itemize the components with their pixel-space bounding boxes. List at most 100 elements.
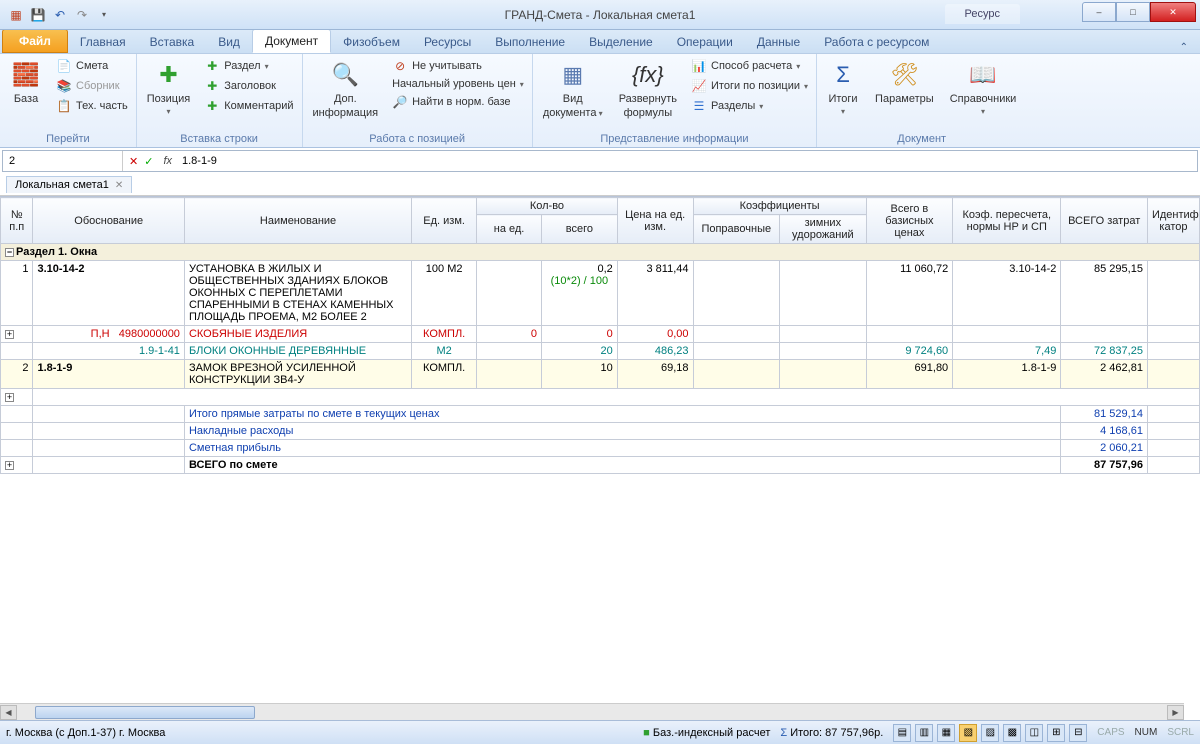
undo-icon[interactable]: ↶: [52, 7, 68, 23]
startlevel-button[interactable]: Начальный уровень цен: [390, 77, 526, 91]
status-total: Σ Итого: 87 757,96р.: [780, 727, 883, 739]
status-icon-9[interactable]: ⊟: [1069, 724, 1087, 742]
estimate-grid[interactable]: № п.п Обоснование Наименование Ед. изм. …: [0, 196, 1200, 686]
name-box[interactable]: 2: [3, 151, 123, 171]
status-icon-2[interactable]: ▥: [915, 724, 933, 742]
col-price[interactable]: Цена на ед. изм.: [617, 198, 693, 244]
file-tab[interactable]: Файл: [2, 29, 68, 53]
collapse-icon[interactable]: −: [5, 248, 14, 257]
tab-document[interactable]: Документ: [252, 29, 331, 53]
redo-icon[interactable]: ↷: [74, 7, 90, 23]
tab-data[interactable]: Данные: [745, 31, 812, 53]
smeta-button[interactable]: 📄Смета: [54, 57, 130, 75]
col-qty[interactable]: Кол-во: [477, 198, 618, 215]
expand-icon[interactable]: +: [5, 393, 14, 402]
tab-resource-work[interactable]: Работа с ресурсом: [812, 31, 941, 53]
status-icon-3[interactable]: ▦: [937, 724, 955, 742]
tab-resources[interactable]: Ресурсы: [412, 31, 483, 53]
subtotal-row[interactable]: Итого прямые затраты по смете в текущих …: [1, 406, 1200, 423]
tab-selection[interactable]: Выделение: [577, 31, 665, 53]
tab-execution[interactable]: Выполнение: [483, 31, 577, 53]
total-row[interactable]: + ВСЕГО по смете 87 757,96: [1, 457, 1200, 474]
maximize-button[interactable]: □: [1116, 2, 1150, 22]
document-tab[interactable]: Локальная смета1 ✕: [6, 176, 132, 193]
expand-icon[interactable]: +: [5, 461, 14, 470]
collapse-ribbon-icon[interactable]: ⌃: [1180, 42, 1188, 53]
table-row[interactable]: 1.9-1-41 БЛОКИ ОКОННЫЕ ДЕРЕВЯННЫЕ М2 20 …: [1, 343, 1200, 360]
base-button[interactable]: 🧱 База: [6, 57, 46, 107]
status-icon-7[interactable]: ◫: [1025, 724, 1043, 742]
col-koef[interactable]: Коэффициенты: [693, 198, 866, 215]
close-button[interactable]: ✕: [1150, 2, 1196, 22]
sbornik-button[interactable]: 📚Сборник: [54, 77, 130, 95]
dopinfo-button[interactable]: 🔍 Доп. информация: [309, 57, 383, 121]
status-icon-6[interactable]: ▩: [1003, 724, 1021, 742]
col-name[interactable]: Наименование: [184, 198, 411, 244]
col-unit[interactable]: Ед. изм.: [412, 198, 477, 244]
status-icon-1[interactable]: ▤: [893, 724, 911, 742]
status-bar: г. Москва (с Доп.1-37) г. Москва ■ Баз.-…: [0, 720, 1200, 744]
col-npp[interactable]: № п.п: [1, 198, 33, 244]
col-ident[interactable]: Идентифи катор: [1147, 198, 1199, 244]
sections-button[interactable]: ☰Разделы: [689, 97, 810, 115]
comment-button[interactable]: ✚Комментарий: [202, 97, 295, 115]
group-label-goto: Перейти: [6, 131, 130, 147]
num-indicator: NUM: [1135, 727, 1158, 738]
section-button[interactable]: ✚Раздел: [202, 57, 295, 75]
col-koef-pop[interactable]: Поправочные: [693, 215, 780, 244]
contextual-tab-resource[interactable]: Ресурс: [945, 4, 1020, 24]
calcmethod-button[interactable]: 📊Способ расчета: [689, 57, 810, 75]
title-bar: ▦ 💾 ↶ ↷ ▾ ГРАНД-Смета - Локальная смета1…: [0, 0, 1200, 30]
status-icon-8[interactable]: ⊞: [1047, 724, 1065, 742]
fx-label[interactable]: fx: [159, 155, 176, 167]
col-total[interactable]: ВСЕГО затрат: [1061, 198, 1148, 244]
subtotal-row[interactable]: Накладные расходы 4 168,61: [1, 423, 1200, 440]
base-icon: 🧱: [10, 59, 42, 91]
status-icon-4[interactable]: ▧: [959, 724, 977, 742]
grid-icon: ▦: [557, 59, 589, 91]
position-button[interactable]: ✚ Позиция ▾: [143, 57, 195, 118]
caps-indicator: CAPS: [1097, 727, 1124, 738]
header-button[interactable]: ✚Заголовок: [202, 77, 295, 95]
expand-icon[interactable]: +: [5, 330, 14, 339]
tab-view[interactable]: Вид: [206, 31, 252, 53]
table-row-selected[interactable]: 2 1.8-1-9 ЗАМОК ВРЕЗНОЙ УСИЛЕННОЙ КОНСТР…: [1, 360, 1200, 389]
section-row[interactable]: −Раздел 1. Окна: [1, 244, 1200, 261]
postotals-button[interactable]: 📈Итоги по позиции: [689, 77, 810, 95]
viewdoc-button[interactable]: ▦ Вид документа: [539, 57, 607, 121]
table-row[interactable]: +: [1, 389, 1200, 406]
tab-physvolume[interactable]: Физобъем: [331, 31, 412, 53]
params-button[interactable]: 🛠 Параметры: [871, 57, 938, 107]
col-peresch[interactable]: Коэф. пересчета, нормы НР и СП: [953, 198, 1061, 244]
totals-button[interactable]: Σ Итоги ▾: [823, 57, 863, 118]
qat-dropdown-icon[interactable]: ▾: [96, 7, 112, 23]
tab-main[interactable]: Главная: [68, 31, 138, 53]
findnorm-button[interactable]: 🔎Найти в норм. базе: [390, 93, 526, 111]
cancel-edit-icon[interactable]: ✕: [129, 155, 138, 168]
table-row[interactable]: + П,Н 4980000000 СКОБЯНЫЕ ИЗДЕЛИЯ КОМПЛ.…: [1, 326, 1200, 343]
horizontal-scrollbar[interactable]: ◀ ▶: [0, 703, 1184, 720]
save-icon[interactable]: 💾: [30, 7, 46, 23]
subtotal-row[interactable]: Сметная прибыль 2 060,21: [1, 440, 1200, 457]
col-qty-total[interactable]: всего: [542, 215, 618, 244]
tab-operations[interactable]: Операции: [665, 31, 745, 53]
close-tab-icon[interactable]: ✕: [115, 180, 123, 191]
minimize-button[interactable]: –: [1082, 2, 1116, 22]
scroll-left-icon[interactable]: ◀: [0, 705, 17, 720]
formula-input[interactable]: 1.8-1-9: [176, 155, 1197, 167]
ignore-button[interactable]: ⊘Не учитывать: [390, 57, 526, 75]
accept-edit-icon[interactable]: ✓: [144, 155, 153, 168]
scroll-right-icon[interactable]: ▶: [1167, 705, 1184, 720]
col-obosn[interactable]: Обоснование: [33, 198, 184, 244]
col-qty-unit[interactable]: на ед.: [477, 215, 542, 244]
tab-insert[interactable]: Вставка: [138, 31, 207, 53]
reference-button[interactable]: 📖 Справочники ▾: [946, 57, 1021, 118]
scroll-thumb[interactable]: [35, 706, 255, 719]
calc-icon: 📊: [691, 58, 707, 74]
col-koef-zim[interactable]: зимних удорожаний: [780, 215, 867, 244]
table-row[interactable]: 1 3.10-14-2 УСТАНОВКА В ЖИЛЫХ И ОБЩЕСТВЕ…: [1, 261, 1200, 326]
expand-formulas-button[interactable]: {fx} Развернуть формулы: [615, 57, 681, 121]
col-base[interactable]: Всего в базисных ценах: [866, 198, 953, 244]
techpart-button[interactable]: 📋Тех. часть: [54, 97, 130, 115]
status-icon-5[interactable]: ▨: [981, 724, 999, 742]
